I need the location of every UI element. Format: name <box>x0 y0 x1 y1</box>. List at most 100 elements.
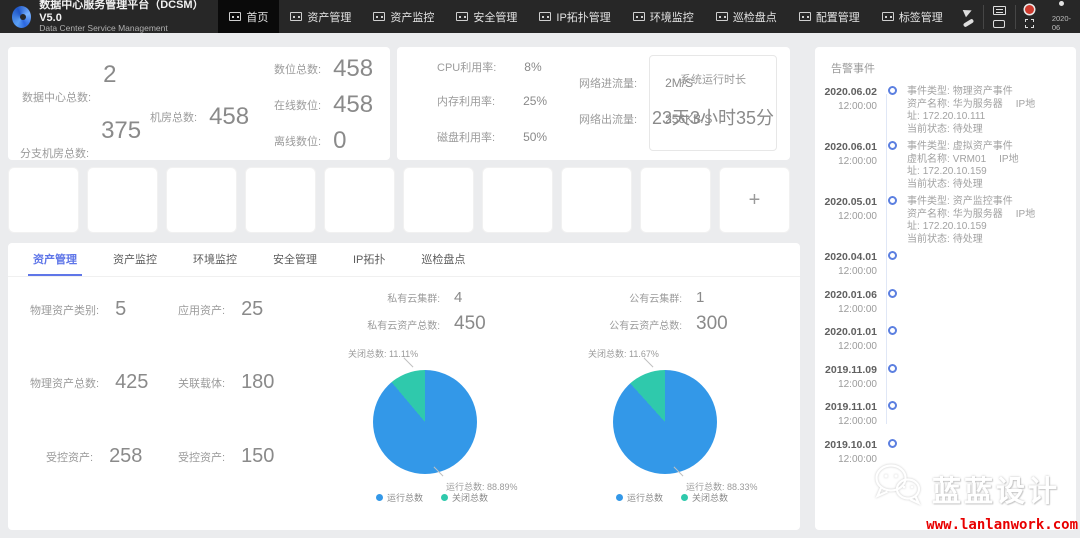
record-icon[interactable] <box>1025 5 1034 14</box>
stat-value: 258 <box>109 445 142 468</box>
stat-mem-util: 内存利用率: 25% <box>437 93 547 109</box>
private-cloud-pie-chart[interactable] <box>373 370 477 474</box>
timeline-dot-icon <box>888 251 897 260</box>
panel-tabs: 资产管理 资产监控 环境监控 安全管理 IP拓扑 巡检盘点 <box>8 243 800 277</box>
alarm-event[interactable]: 2020.01.0112:00:00 <box>821 326 1076 364</box>
stat-label: 离线数位: <box>274 133 321 149</box>
tab-asset-mgmt[interactable]: 资产管理 <box>28 243 82 276</box>
stat-label: 数位总数: <box>274 61 321 77</box>
event-date: 2020.01.01 <box>821 326 877 338</box>
event-field-value: 172.20.10.111 <box>923 111 985 122</box>
shortcut-slot <box>8 167 79 233</box>
alarm-event[interactable]: 2019.11.0112:00:00 <box>821 401 1076 439</box>
legend-item-closed[interactable]: 关闭总数 <box>441 491 488 504</box>
alarm-event[interactable]: 2020.04.0112:00:00 <box>821 251 1076 289</box>
timeline-dot-icon <box>888 196 897 205</box>
tab-asset-monitor[interactable]: 资产监控 <box>108 243 162 276</box>
tab-ip-topology[interactable]: IP拓扑 <box>348 243 390 276</box>
event-field-value: 待处理 <box>953 179 983 190</box>
stat-value: 425 <box>115 371 148 394</box>
stat-value: 25 <box>241 298 263 321</box>
tablet-icon[interactable] <box>993 20 1005 28</box>
phone-icon[interactable] <box>963 18 974 27</box>
public-cloud-pie-chart[interactable] <box>613 370 717 474</box>
nav-item-config[interactable]: 配置管理 <box>788 0 871 33</box>
stat-value: 4 <box>454 289 462 306</box>
alarm-event[interactable]: 2019.11.0912:00:00 <box>821 364 1076 402</box>
event-time: 12:00:00 <box>821 416 877 427</box>
timeline-dot-icon <box>888 364 897 373</box>
stat-slot-total: 数位总数: 458 <box>274 55 373 83</box>
event-field-label: 资产名称: <box>907 99 950 110</box>
event-field-value: 华为服务器 <box>953 99 1003 110</box>
event-date: 2020.01.06 <box>821 289 877 301</box>
top-nav: 首页 资产管理 资产监控 安全管理 IP拓扑管理 环境监控 巡检盘点 配置管理 … <box>218 0 953 33</box>
asset-panel: 资产管理 资产监控 环境监控 安全管理 IP拓扑 巡检盘点 物理资产类别: 5 … <box>8 243 800 530</box>
stat-offline-slots: 离线数位: 0 <box>274 127 346 155</box>
stat-value: 150 <box>241 445 274 468</box>
event-field-value: 资产监控事件 <box>953 196 1013 207</box>
nav-item-inspection[interactable]: 巡检盘点 <box>705 0 788 33</box>
uptime-box: 系统运行时长 23天3小时35分 <box>649 55 777 151</box>
nav-item-asset-monitor[interactable]: 资产监控 <box>362 0 445 33</box>
nav-label: 环境监控 <box>650 9 694 25</box>
tab-security[interactable]: 安全管理 <box>268 243 322 276</box>
add-shortcut-button[interactable]: + <box>719 167 790 233</box>
shortcut-slot <box>482 167 553 233</box>
stat-cpu-util: CPU利用率: 8% <box>437 59 542 75</box>
stat-value: 50% <box>523 130 547 144</box>
stat-value: 450 <box>454 313 486 335</box>
fullscreen-icon[interactable] <box>1025 19 1034 28</box>
stat-label: 私有云集群: <box>344 290 440 305</box>
share-icon[interactable] <box>963 7 974 18</box>
tab-inspection[interactable]: 巡检盘点 <box>416 243 470 276</box>
event-field-label: 事件类型: <box>907 196 950 207</box>
stat-label: 机房总数: <box>150 109 197 125</box>
event-field-value: VRM01 <box>953 154 986 165</box>
nav-item-security[interactable]: 安全管理 <box>445 0 528 33</box>
nav-label: 资产监控 <box>390 9 434 25</box>
event-field-label: 当前状态: <box>907 234 950 245</box>
nav-label: 首页 <box>246 9 268 25</box>
legend-item-closed[interactable]: 关闭总数 <box>681 491 728 504</box>
legend-dot-icon <box>441 494 448 501</box>
alarm-event[interactable]: 2020.06.0212:00:00 事件类型:物理资产事件 资产名称:华为服务… <box>821 86 1076 141</box>
nav-item-ip-topology[interactable]: IP拓扑管理 <box>528 0 621 33</box>
stat-value: 2 <box>103 61 116 89</box>
monitor-icon <box>539 12 551 21</box>
stat-branch-room-total: 分支机房总数: 375 <box>20 133 141 161</box>
app-logo-icon <box>12 6 31 28</box>
nav-item-tags[interactable]: 标签管理 <box>871 0 954 33</box>
alarm-panel-title: 告警事件 <box>815 47 1076 86</box>
monitor-icon <box>716 12 728 21</box>
nav-item-env-monitor[interactable]: 环境监控 <box>622 0 705 33</box>
timeline-dot-icon <box>888 439 897 448</box>
alarm-event[interactable]: 2020.05.0112:00:00 事件类型:资产监控事件 资产名称:华为服务… <box>821 196 1076 251</box>
screen-icon[interactable] <box>993 6 1006 15</box>
stat-label: 公有云资产总数: <box>586 317 682 332</box>
tab-env-monitor[interactable]: 环境监控 <box>188 243 242 276</box>
monitor-icon <box>290 12 302 21</box>
legend-dot-icon <box>681 494 688 501</box>
public-cloud-stats: 公有云集群: 1 公有云资产总数: 300 <box>586 289 728 342</box>
nav-item-asset-mgmt[interactable]: 资产管理 <box>279 0 362 33</box>
monitor-icon <box>633 12 645 21</box>
alarm-event[interactable]: 2020.06.0112:00:00 事件类型:虚拟资产事件 虚机名称:VRM0… <box>821 141 1076 196</box>
stat-label: 网络进流量: <box>579 75 637 91</box>
stat-controlled-assets-2: 受控资产: 150 <box>178 445 274 468</box>
legend-item-run[interactable]: 运行总数 <box>376 491 423 504</box>
stat-value: 25% <box>523 94 547 108</box>
uptime-label: 系统运行时长 <box>650 71 776 87</box>
nav-label: 资产管理 <box>307 9 351 25</box>
event-field-label: 资产名称: <box>907 209 950 220</box>
alarm-event[interactable]: 2020.01.0612:00:00 <box>821 289 1076 327</box>
datacenter-overview-card: 数据中心总数: 2 机房总数: 458 分支机房总数: 375 数位总数: 45… <box>8 47 390 160</box>
top-toolbar: 2020-06 <box>954 0 1080 33</box>
event-field-value: 华为服务器 <box>953 209 1003 220</box>
stat-linked-carriers: 关联载体: 180 <box>178 371 274 394</box>
stat-value: 180 <box>241 371 274 394</box>
legend-item-run[interactable]: 运行总数 <box>616 491 663 504</box>
nav-item-home[interactable]: 首页 <box>218 0 279 33</box>
event-field-value: 虚拟资产事件 <box>953 141 1013 152</box>
nav-label: 安全管理 <box>473 9 517 25</box>
